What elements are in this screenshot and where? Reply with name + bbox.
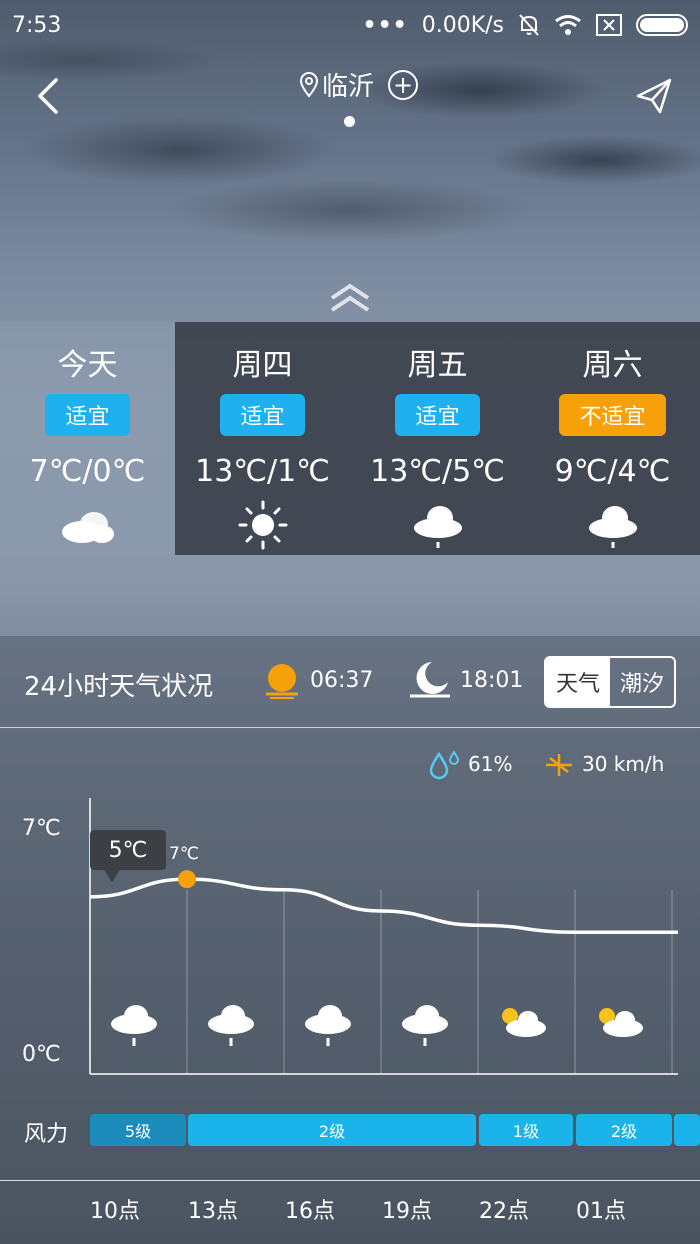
location-pin-icon	[300, 71, 318, 98]
sunrise-time: 06:37	[310, 668, 374, 693]
wind-force-label: 风力	[24, 1122, 69, 1147]
day-name: 周五	[407, 348, 468, 383]
wind-segment: 1级	[479, 1114, 573, 1146]
weather-tab[interactable]: 天气	[546, 658, 610, 706]
hourly-title: 24小时天气状况	[24, 672, 214, 702]
cloudy-icon	[61, 512, 114, 543]
status-bar: 7:53 ••• 0.00K/s	[0, 0, 700, 50]
battery-icon	[636, 14, 688, 36]
expand-up-icon[interactable]	[328, 280, 372, 316]
sunny-icon	[238, 500, 287, 550]
sim-off-icon	[596, 14, 622, 36]
hour-label: 01点	[576, 1199, 626, 1224]
point-label: 7℃	[169, 844, 199, 864]
forecast-day[interactable]: 周四 适宜 13℃/1℃	[175, 322, 350, 555]
wind-force-row: 风力 5级 2级 1级 2级	[0, 1114, 700, 1147]
hour-label: 22点	[479, 1199, 529, 1224]
hour-label: 10点	[90, 1199, 140, 1224]
wind-segment-partial	[674, 1114, 700, 1146]
network-speed: 0.00K/s	[421, 12, 504, 38]
rain-icon	[111, 1005, 157, 1046]
temperature-range: 13℃/5℃	[370, 454, 505, 489]
temperature-range: 9℃/4℃	[554, 454, 671, 489]
day-name: 周六	[582, 348, 643, 383]
temperature-range: 13℃/1℃	[195, 454, 330, 489]
y-axis-min-label: 0℃	[22, 1042, 61, 1067]
partly-sunny-icon	[502, 1008, 546, 1037]
forecast-day[interactable]: 周五 适宜 13℃/5℃	[350, 322, 525, 555]
share-button[interactable]	[632, 74, 676, 118]
temperature-tooltip: 5℃	[90, 830, 166, 882]
temperature-point[interactable]	[178, 870, 196, 889]
wind-segment: 2级	[576, 1114, 672, 1146]
back-button[interactable]	[30, 74, 66, 118]
forecast-day[interactable]: 今天 适宜 7℃/0℃	[0, 322, 175, 555]
humidity-value: 61%	[468, 752, 513, 776]
humidity-icon	[429, 750, 460, 780]
temperature-range: 7℃/0℃	[29, 454, 146, 489]
moon-icon	[410, 662, 450, 698]
rain-icon	[588, 506, 637, 548]
hour-axis: 10点 13点 16点 19点 22点 01点	[0, 1180, 700, 1244]
wind-icon	[546, 754, 572, 776]
rain-icon	[402, 1005, 448, 1046]
rain-icon	[305, 1005, 351, 1046]
notification-dots: •••	[362, 12, 408, 38]
day-name: 周四	[232, 348, 293, 383]
hour-label: 19点	[382, 1199, 432, 1224]
wind-speed: 30 km/h	[582, 752, 665, 776]
wind-segment: 5级	[90, 1114, 186, 1146]
weather-tide-toggle: 天气 潮汐	[544, 656, 676, 708]
forecast-day[interactable]: 周六 不适宜 9℃/4℃	[525, 322, 700, 555]
bell-off-icon	[519, 14, 539, 36]
hour-label: 16点	[285, 1199, 335, 1224]
status-time: 7:53	[12, 12, 62, 38]
suitability-badge: 适宜	[220, 394, 305, 436]
sunset-time: 18:01	[460, 668, 524, 693]
page-indicator-dot	[344, 116, 355, 127]
city-selector[interactable]: 临沂 +	[300, 66, 419, 103]
daily-forecast: 今天 适宜 7℃/0℃ 周四 适宜 13℃/1℃ 周五 适宜 13℃/5℃ 周六…	[0, 322, 700, 555]
suitability-badge: 不适宜	[559, 394, 666, 436]
rain-icon	[413, 506, 462, 548]
temperature-line	[89, 877, 678, 935]
hourly-header: 24小时天气状况 06:37 18:01 天气 潮汐	[0, 636, 700, 728]
y-axis-max-label: 7℃	[22, 816, 61, 841]
city-name: 临沂	[322, 72, 375, 102]
hour-label: 13点	[188, 1199, 238, 1224]
wifi-icon	[555, 15, 581, 35]
tide-tab[interactable]: 潮汐	[610, 658, 674, 706]
sunrise-icon	[266, 664, 298, 699]
day-name: 今天	[57, 348, 118, 383]
partly-sunny-icon	[599, 1008, 643, 1037]
rain-icon	[208, 1005, 254, 1046]
wind-segment: 2级	[188, 1114, 476, 1146]
add-city-button[interactable]: +	[388, 69, 419, 100]
suitability-badge: 适宜	[45, 394, 130, 436]
suitability-badge: 适宜	[395, 394, 480, 436]
